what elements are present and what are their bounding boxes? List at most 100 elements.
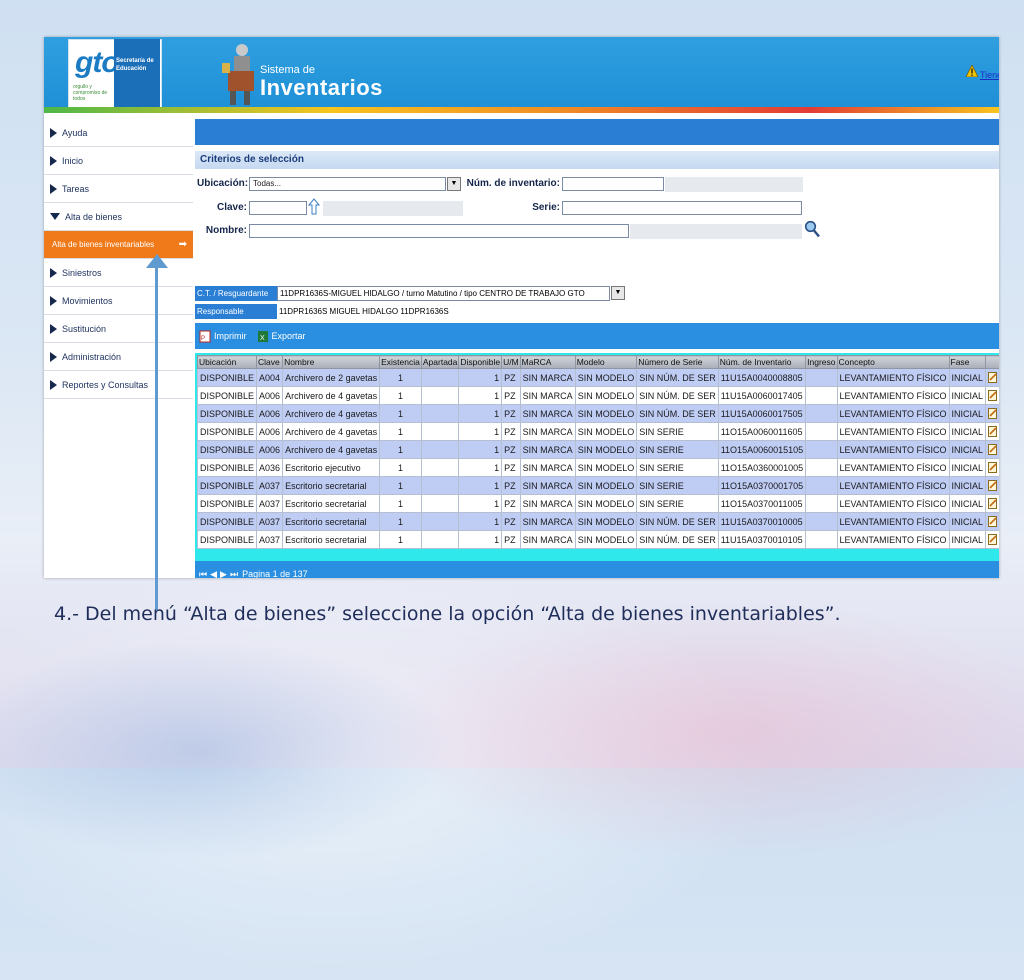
nombre-label: Nombre: — [205, 225, 247, 236]
sidebar-item-tareas[interactable]: Tareas — [44, 175, 193, 203]
sidebar: Ayuda Inicio Tareas Alta de bienes Alta … — [44, 119, 193, 578]
sidebar-item-alta-bienes-inventariables[interactable]: Alta de bienes inventariables ➡ — [44, 231, 193, 259]
column-header[interactable]: Ingreso — [805, 355, 838, 369]
column-header[interactable]: Concepto — [836, 355, 950, 369]
clave-input[interactable] — [249, 201, 307, 215]
sidebar-item-sustitucion[interactable]: Sustitución — [44, 315, 193, 343]
sidebar-item-alta-de-bienes[interactable]: Alta de bienes — [44, 203, 193, 231]
table-cell: 1 — [458, 440, 503, 459]
table-row[interactable]: DISPONIBLE A006 Archivero de 4 gavetas 1 1 PZ… — [196, 404, 999, 423]
table-row[interactable]: DISPONIBLE A006 Archivero de 4 gavetas 1 1 PZ… — [196, 386, 999, 405]
column-header[interactable]: U/M — [501, 355, 521, 369]
table-cell: A037 — [256, 476, 284, 495]
table-row[interactable]: DISPONIBLE A037 Escritorio secretarial 1 1 PZ… — [196, 494, 999, 513]
column-header[interactable]: Modelo — [574, 355, 638, 369]
ct-resguardante-select[interactable]: 11DPR1636S-MIGUEL HIDALGO / turno Matuti… — [277, 286, 610, 301]
table-cell: 1 — [379, 440, 422, 459]
edit-icon[interactable] — [988, 390, 998, 401]
table-cell: SIN NÚM. DE SER — [636, 512, 719, 531]
table-header-row: Ubicación Clave Nombre Existencia Apartada Di… — [196, 355, 999, 369]
column-header[interactable]: Ubicación — [196, 355, 258, 369]
table-row[interactable]: DISPONIBLE A037 Escritorio secretarial 1 1 PZ… — [196, 530, 999, 549]
table-cell: SIN NÚM. DE SER — [636, 368, 719, 387]
edit-icon[interactable] — [988, 534, 998, 545]
responsable-label: Responsable — [195, 304, 277, 319]
sidebar-item-siniestros[interactable]: Siniestros — [44, 259, 193, 287]
triangle-right-icon — [50, 127, 57, 138]
edit-icon[interactable] — [988, 408, 998, 419]
edit-icon[interactable] — [988, 426, 998, 437]
sidebar-item-movimientos[interactable]: Movimientos — [44, 287, 193, 315]
sidebar-item-ayuda[interactable]: Ayuda — [44, 119, 193, 147]
table-cell: DISPONIBLE — [196, 404, 258, 423]
num-inventario-input[interactable] — [562, 177, 664, 191]
table-cell: SIN MARCA — [519, 494, 576, 513]
nombre-input[interactable] — [249, 224, 629, 238]
sidebar-item-administracion[interactable]: Administración — [44, 343, 193, 371]
table-row[interactable]: DISPONIBLE A004 Archivero de 2 gavetas 1 1 PZ… — [196, 368, 999, 387]
edit-icon[interactable] — [988, 444, 998, 455]
table-cell: INICIAL — [948, 476, 987, 495]
column-header[interactable]: Clave — [256, 355, 284, 369]
table-cell — [805, 458, 838, 477]
table-cell: 11O15A0060011605 — [717, 422, 807, 441]
first-page-icon[interactable]: ⏮ — [199, 569, 207, 579]
warning-icon[interactable] — [966, 65, 978, 77]
table-cell: DISPONIBLE — [196, 440, 258, 459]
search-icon[interactable] — [804, 220, 820, 238]
column-header[interactable]: Nombre — [282, 355, 381, 369]
table-cell: 11U15A0370010105 — [717, 530, 807, 549]
table-row[interactable]: DISPONIBLE A037 Escritorio secretarial 1 1 PZ… — [196, 512, 999, 531]
sidebar-item-label: Reportes y Consultas — [62, 379, 149, 390]
main-panel: Criterios de selección Ubicación: Todas.… — [195, 119, 999, 578]
pdf-icon: P — [199, 330, 211, 342]
table-row[interactable]: DISPONIBLE A036 Escritorio ejecutivo 1 1 PZ SI… — [196, 458, 999, 477]
table-row[interactable]: DISPONIBLE A006 Archivero de 4 gavetas 1 1 PZ… — [196, 440, 999, 459]
print-button[interactable]: P Imprimir — [199, 330, 247, 343]
table-cell: 1 — [379, 476, 422, 495]
table-row[interactable]: DISPONIBLE A037 Escritorio secretarial 1 1 PZ… — [196, 476, 999, 495]
column-header[interactable]: Disponible — [458, 355, 503, 369]
edit-icon[interactable] — [988, 516, 998, 527]
table-cell — [420, 386, 460, 405]
table-cell: 11O15A0060015105 — [717, 440, 807, 459]
tiene-link[interactable]: Tiene — [980, 70, 999, 80]
edit-icon[interactable] — [988, 480, 998, 491]
column-header[interactable]: MaRCA — [519, 355, 576, 369]
table-cell: SIN MODELO — [574, 422, 638, 441]
table-cell: 1 — [379, 458, 422, 477]
column-header[interactable]: Existencia — [379, 355, 422, 369]
sidebar-item-inicio[interactable]: Inicio — [44, 147, 193, 175]
next-page-icon[interactable]: ▶ — [220, 569, 227, 579]
triangle-down-icon — [50, 213, 60, 220]
edit-icon[interactable] — [988, 462, 998, 473]
edit-icon[interactable] — [988, 498, 998, 509]
ubicacion-select[interactable]: Todas... — [249, 177, 446, 191]
sidebar-item-reportes[interactable]: Reportes y Consultas — [44, 371, 193, 399]
dropdown-arrow-icon[interactable]: ▼ — [611, 286, 625, 300]
table-cell: 1 — [379, 386, 422, 405]
prev-page-icon[interactable]: ◀ — [210, 569, 217, 579]
sidebar-item-label: Administración — [62, 351, 122, 362]
table-cell: SIN MARCA — [519, 368, 576, 387]
table-cell: INICIAL — [948, 530, 987, 549]
table-cell: DISPONIBLE — [196, 476, 258, 495]
table-cell: DISPONIBLE — [196, 368, 258, 387]
edit-icon[interactable] — [988, 372, 998, 383]
dropdown-arrow-icon[interactable]: ▼ — [447, 177, 461, 191]
column-header[interactable]: Núm. de Inventario — [717, 355, 807, 369]
column-header[interactable]: Número de Serie — [636, 355, 719, 369]
arrow-up-icon[interactable] — [308, 198, 320, 216]
arrow-right-icon: ➡ — [178, 239, 187, 250]
table-cell: 11O15A0360001005 — [717, 458, 807, 477]
table-cell: 11U15A0370010005 — [717, 512, 807, 531]
table-row[interactable]: DISPONIBLE A006 Archivero de 4 gavetas 1 1 PZ… — [196, 422, 999, 441]
last-page-icon[interactable]: ⏭ — [230, 569, 238, 579]
export-button[interactable]: X Exportar — [257, 330, 306, 343]
table-cell: SIN MODELO — [574, 404, 638, 423]
serie-input[interactable] — [562, 201, 802, 215]
table-cell: PZ — [501, 512, 521, 531]
column-header[interactable]: Apartada — [420, 355, 460, 369]
column-header[interactable]: Fase — [948, 355, 987, 369]
column-header[interactable] — [985, 355, 999, 369]
